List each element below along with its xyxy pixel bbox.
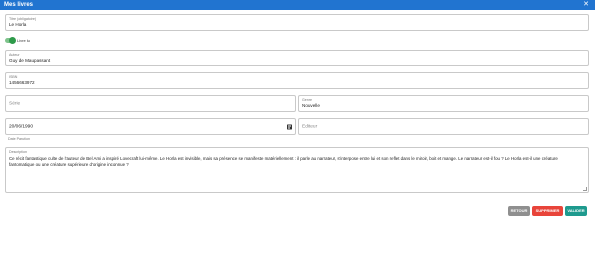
publisher-field[interactable]: Editeur <box>298 118 589 135</box>
read-toggle-label: Livre lu <box>17 38 30 43</box>
author-field[interactable]: Auteur Guy de Maupassant <box>5 50 589 66</box>
title-field[interactable]: Titre (obligatoire) Le Horla <box>5 14 589 31</box>
date-helper-text: Date Parution <box>8 137 30 141</box>
series-field-placeholder: Série <box>9 101 21 106</box>
description-field-value[interactable]: Ce récit fantastique culte de l'auteur d… <box>9 156 579 168</box>
publisher-field-placeholder: Editeur <box>302 124 318 129</box>
validate-button[interactable]: VALIDER <box>565 206 587 216</box>
toggle-knob <box>9 37 16 44</box>
genre-field-label: Genre <box>302 98 312 102</box>
read-toggle[interactable] <box>5 37 16 44</box>
window-titlebar: Mes livres ✕ <box>0 0 595 10</box>
close-icon[interactable]: ✕ <box>583 0 589 10</box>
back-button[interactable]: RETOUR <box>508 206 530 216</box>
date-field-value[interactable]: 20/06/1990 <box>9 124 33 129</box>
isbn-field-value[interactable]: 1456663972 <box>9 80 35 85</box>
isbn-field-label: ISBN <box>9 75 18 79</box>
date-field[interactable]: 20/06/1990 <box>5 118 296 135</box>
author-field-label: Auteur <box>9 53 20 57</box>
description-field[interactable]: Description Ce récit fantastique culte d… <box>5 147 589 193</box>
calendar-icon[interactable] <box>287 124 292 129</box>
title-field-label: Titre (obligatoire) <box>9 17 37 21</box>
window-title: Mes livres <box>4 2 34 8</box>
series-field[interactable]: Série <box>5 95 296 112</box>
isbn-field[interactable]: ISBN 1456663972 <box>5 72 589 89</box>
author-field-value[interactable]: Guy de Maupassant <box>9 58 50 63</box>
genre-field[interactable]: Genre Nouvelle <box>298 95 589 112</box>
title-field-value[interactable]: Le Horla <box>9 22 26 27</box>
resize-handle-icon[interactable] <box>583 187 587 191</box>
delete-button[interactable]: SUPPRIMER <box>532 206 563 216</box>
description-field-label: Description <box>9 150 27 154</box>
genre-field-value[interactable]: Nouvelle <box>302 103 320 108</box>
